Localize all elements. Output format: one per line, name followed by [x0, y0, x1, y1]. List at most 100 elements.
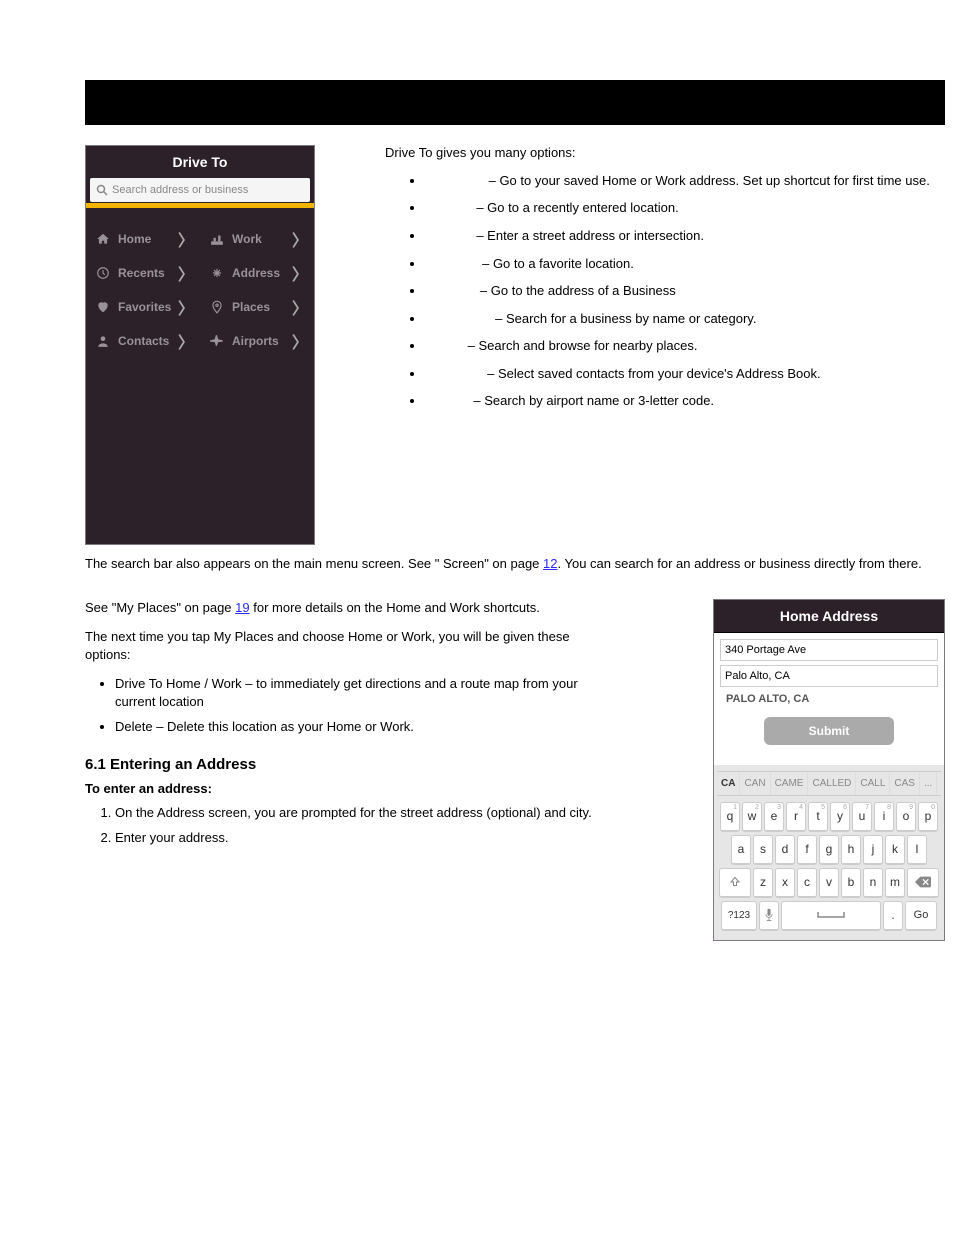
myplaces-opt-delete: Delete – Delete this location as your Ho… — [115, 718, 615, 736]
home-address-screenshot: Home Address PALO ALTO, CA Submit CA CAN… — [713, 599, 945, 941]
key-q[interactable]: q1 — [720, 802, 740, 832]
kb-row-3: z x c v b n m — [717, 868, 941, 898]
page-ref-link[interactable]: 12 — [543, 556, 557, 571]
key-z[interactable]: z — [753, 868, 773, 898]
keyboard-suggestions: CA CAN CAME CALLED CALL CAS ... — [717, 771, 941, 796]
backspace-icon — [915, 876, 931, 888]
key-p[interactable]: p0 — [918, 802, 938, 832]
drive-to-item-airports[interactable]: Airports 〉 — [200, 324, 314, 358]
shift-key[interactable] — [719, 868, 751, 898]
backspace-key[interactable] — [907, 868, 939, 898]
space-key[interactable] — [781, 901, 881, 931]
subheading-enter-address: To enter an address: — [85, 781, 615, 796]
drive-to-screenshot: Drive To Search address or business Home… — [85, 145, 315, 545]
street-input[interactable] — [720, 639, 938, 661]
symbols-key[interactable]: ?123 — [721, 901, 757, 931]
myplaces-opt-drive: Drive To Home / Work – to immediately ge… — [115, 675, 615, 710]
drive-to-item-work[interactable]: Work 〉 — [200, 222, 314, 256]
bullet-my-places: My Places – Go to your saved Home or Wor… — [425, 172, 945, 190]
chevron-right-icon: 〉 — [292, 295, 308, 319]
chevron-right-icon: 〉 — [178, 261, 194, 285]
key-s[interactable]: s — [753, 835, 773, 865]
keyboard: CA CAN CAME CALLED CALL CAS ... q1 w2 e3… — [714, 765, 944, 940]
bullet-contacts: Contacts – Go to the address of a Busine… — [425, 282, 945, 300]
chevron-right-icon: 〉 — [292, 261, 308, 285]
airports-icon — [208, 334, 226, 348]
bullet-address: Address – Enter a street address or inte… — [425, 227, 945, 245]
drive-to-item-contacts[interactable]: Contacts 〉 — [86, 324, 200, 358]
bullet-favorites: Favorites – Go to a favorite location. — [425, 255, 945, 273]
myplaces-ref-text: See "My Places" on page 19 for more deta… — [85, 599, 615, 617]
key-j[interactable]: j — [863, 835, 883, 865]
bullet-recents: Recents – Go to a recently entered locat… — [425, 199, 945, 217]
kb-row-4: ?123 . Go — [717, 901, 941, 931]
key-h[interactable]: h — [841, 835, 861, 865]
places-icon — [208, 300, 226, 314]
drive-to-search[interactable]: Search address or business — [90, 178, 310, 202]
key-w[interactable]: w2 — [742, 802, 762, 832]
search-icon — [96, 184, 108, 196]
space-icon — [816, 911, 846, 919]
page-ref-link-2[interactable]: 19 — [235, 600, 249, 615]
go-key[interactable]: Go — [905, 901, 937, 931]
myplaces-next-text: The next time you tap My Places and choo… — [85, 628, 615, 663]
key-t[interactable]: t5 — [808, 802, 828, 832]
bullet-airports: Airports – Search by airport name or 3-l… — [425, 392, 945, 410]
chevron-right-icon: 〉 — [292, 227, 308, 251]
key-r[interactable]: r4 — [786, 802, 806, 832]
key-u[interactable]: u7 — [852, 802, 872, 832]
myplaces-options: Drive To Home / Work – to immediately ge… — [115, 675, 615, 736]
key-l[interactable]: l — [907, 835, 927, 865]
submit-button[interactable]: Submit — [764, 717, 894, 745]
kb-row-2: a s d f g h j k l — [717, 835, 941, 865]
favorites-icon — [94, 300, 112, 314]
drive-to-title: Drive To — [86, 146, 314, 178]
key-k[interactable]: k — [885, 835, 905, 865]
tip-text: The search bar also appears on the main … — [85, 555, 945, 573]
drive-to-item-address[interactable]: Address 〉 — [200, 256, 314, 290]
drive-to-item-places[interactable]: Places 〉 — [200, 290, 314, 324]
key-b[interactable]: b — [841, 868, 861, 898]
key-n[interactable]: n — [863, 868, 883, 898]
key-v[interactable]: v — [819, 868, 839, 898]
key-f[interactable]: f — [797, 835, 817, 865]
chevron-right-icon: 〉 — [292, 329, 308, 353]
step-2: Enter your address. — [115, 829, 615, 847]
drive-to-accent-bar — [86, 203, 314, 208]
city-suggestion[interactable]: PALO ALTO, CA — [726, 693, 932, 705]
key-y[interactable]: y6 — [830, 802, 850, 832]
bullet-businesses: Businesses – Search for a business by na… — [425, 310, 945, 328]
key-a[interactable]: a — [731, 835, 751, 865]
contacts-icon — [94, 334, 112, 348]
chevron-right-icon: 〉 — [178, 227, 194, 251]
section-heading-6-1: 6.1 Entering an Address — [85, 756, 615, 773]
drive-to-search-placeholder: Search address or business — [112, 184, 248, 196]
key-d[interactable]: d — [775, 835, 795, 865]
page-header-bar — [85, 80, 945, 125]
mic-key[interactable] — [759, 901, 779, 931]
work-icon — [208, 232, 226, 246]
key-x[interactable]: x — [775, 868, 795, 898]
step-1: On the Address screen, you are prompted … — [115, 804, 615, 822]
city-input[interactable] — [720, 665, 938, 687]
drive-to-item-home[interactable]: Home 〉 — [86, 222, 200, 256]
recents-icon — [94, 266, 112, 280]
address-icon — [208, 266, 226, 280]
chevron-right-icon: 〉 — [178, 329, 194, 353]
drive-to-item-favorites[interactable]: Favorites 〉 — [86, 290, 200, 324]
home-icon — [94, 232, 112, 246]
options-list: My Places – Go to your saved Home or Wor… — [425, 172, 945, 410]
mic-icon — [764, 908, 774, 922]
kb-row-1: q1 w2 e3 r4 t5 y6 u7 i8 o9 p0 — [717, 802, 941, 832]
key-e[interactable]: e3 — [764, 802, 784, 832]
drive-to-item-recents[interactable]: Recents 〉 — [86, 256, 200, 290]
bullet-contacts-2: Contacts2 – Select saved contacts from y… — [425, 365, 945, 383]
key-m[interactable]: m — [885, 868, 905, 898]
key-c[interactable]: c — [797, 868, 817, 898]
key-i[interactable]: i8 — [874, 802, 894, 832]
key-g[interactable]: g — [819, 835, 839, 865]
key-o[interactable]: o9 — [896, 802, 916, 832]
dot-key[interactable]: . — [883, 901, 903, 931]
bullet-places: Places – Search and browse for nearby pl… — [425, 337, 945, 355]
shift-icon — [729, 876, 741, 888]
